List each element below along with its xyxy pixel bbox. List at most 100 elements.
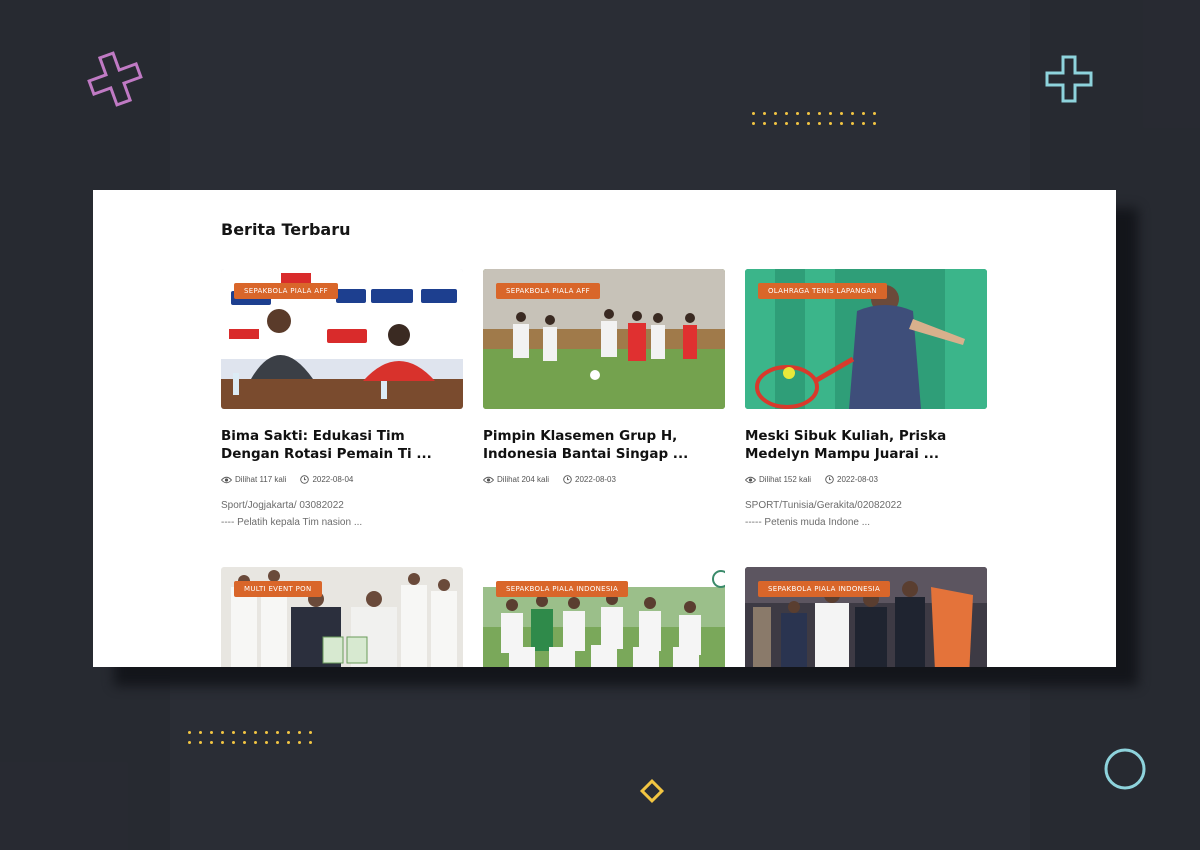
dot — [818, 112, 821, 115]
dot — [265, 731, 268, 734]
dot — [840, 122, 843, 125]
clock-icon — [825, 475, 834, 484]
article-meta: Dilihat 152 kali 2022-08-03 — [745, 475, 987, 484]
dot — [276, 731, 279, 734]
dot — [752, 112, 755, 115]
dot — [763, 122, 766, 125]
eye-icon — [221, 476, 232, 483]
eye-icon — [483, 476, 494, 483]
article-title[interactable]: Pimpin Klasemen Grup H, Indonesia Bantai… — [483, 427, 725, 463]
news-thumbnail[interactable]: SEPAKBOLA PIALA INDONESIA — [483, 567, 725, 667]
news-grid: SEPAKBOLA PIALA AFF Bima Sakti: Edukasi … — [221, 269, 987, 667]
dot — [774, 122, 777, 125]
dot — [199, 731, 202, 734]
dot — [221, 741, 224, 744]
dot — [818, 122, 821, 125]
views-info: Dilihat 117 kali — [221, 475, 286, 484]
news-thumbnail[interactable]: SEPAKBOLA PIALA INDONESIA — [745, 567, 987, 667]
dot — [840, 112, 843, 115]
dot — [807, 112, 810, 115]
category-badge[interactable]: MULTI EVENT PON — [234, 581, 322, 597]
dot — [254, 731, 257, 734]
dot — [287, 741, 290, 744]
dot — [851, 122, 854, 125]
category-badge[interactable]: SEPAKBOLA PIALA INDONESIA — [758, 581, 891, 597]
excerpt-line: ----- Petenis muda Indone ... — [745, 517, 871, 528]
dot — [287, 731, 290, 734]
dot — [276, 741, 279, 744]
dot — [188, 731, 191, 734]
news-thumbnail[interactable]: OLAHRAGA TENIS LAPANGAN — [745, 269, 987, 409]
pink-cross-decoration — [87, 51, 143, 107]
dot — [232, 741, 235, 744]
news-card[interactable]: OLAHRAGA TENIS LAPANGAN Meski Sibuk Kuli… — [745, 269, 987, 549]
dot — [873, 112, 876, 115]
dot — [309, 731, 312, 734]
publish-date: 2022-08-03 — [575, 475, 616, 484]
dot — [298, 731, 301, 734]
publish-date: 2022-08-03 — [837, 475, 878, 484]
category-badge[interactable]: OLAHRAGA TENIS LAPANGAN — [758, 283, 887, 299]
views-count: Dilihat 117 kali — [235, 475, 287, 484]
news-section-panel: Berita Terbaru SEPAKBOLA PIALA AFF Bima … — [93, 190, 1116, 667]
dot — [265, 741, 268, 744]
eye-icon — [745, 476, 756, 483]
news-thumbnail[interactable]: SEPAKBOLA PIALA AFF — [483, 269, 725, 409]
dot — [232, 731, 235, 734]
teal-cross-decoration — [1045, 55, 1093, 103]
dot — [210, 731, 213, 734]
dot — [763, 112, 766, 115]
news-card[interactable]: SEPAKBOLA PIALA AFF Bima Sakti: Edukasi … — [221, 269, 463, 549]
views-info: Dilihat 204 kali — [483, 475, 549, 484]
dot — [309, 741, 312, 744]
news-thumbnail[interactable]: MULTI EVENT PON — [221, 567, 463, 667]
dots-decoration-bottom — [188, 731, 313, 744]
date-info: 2022-08-04 — [300, 475, 353, 484]
yellow-diamond-decoration — [639, 778, 665, 804]
dot — [807, 122, 810, 125]
dot — [188, 741, 191, 744]
dot — [774, 112, 777, 115]
publish-date: 2022-08-04 — [312, 475, 354, 484]
dot — [298, 741, 301, 744]
clock-icon — [300, 475, 310, 484]
article-title[interactable]: Bima Sakti: Edukasi Tim Dengan Rotasi Pe… — [221, 427, 463, 463]
clock-icon — [563, 475, 572, 484]
excerpt-line: Sport/Jogjakarta/ 03082022 — [221, 500, 344, 511]
news-thumbnail[interactable]: SEPAKBOLA PIALA AFF — [221, 269, 463, 409]
dot — [862, 112, 865, 115]
category-badge[interactable]: SEPAKBOLA PIALA AFF — [496, 283, 600, 299]
dot — [210, 741, 213, 744]
article-meta: Dilihat 204 kali 2022-08-03 — [483, 475, 725, 484]
news-card[interactable]: SEPAKBOLA PIALA INDONESIA — [483, 567, 725, 667]
dot — [829, 122, 832, 125]
category-badge[interactable]: SEPAKBOLA PIALA INDONESIA — [496, 581, 629, 597]
dot — [851, 112, 854, 115]
dots-decoration-top — [752, 112, 877, 125]
dot — [873, 122, 876, 125]
news-card[interactable]: MULTI EVENT PON — [221, 567, 463, 667]
dot — [752, 122, 755, 125]
dot — [243, 741, 246, 744]
dot — [199, 741, 202, 744]
news-card[interactable]: SEPAKBOLA PIALA INDONESIA — [745, 567, 987, 667]
excerpt-line: ---- Pelatih kepala Tim nasion ... — [221, 517, 363, 528]
date-info: 2022-08-03 — [563, 475, 616, 484]
date-info: 2022-08-03 — [825, 475, 878, 484]
excerpt-line: SPORT/Tunisia/Gerakita/02082022 — [745, 500, 902, 511]
dot — [243, 731, 246, 734]
dot — [254, 741, 257, 744]
article-title[interactable]: Meski Sibuk Kuliah, Priska Medelyn Mampu… — [745, 427, 987, 463]
article-excerpt: SPORT/Tunisia/Gerakita/02082022 ----- Pe… — [745, 497, 987, 531]
dot — [829, 112, 832, 115]
dot — [862, 122, 865, 125]
dot — [785, 122, 788, 125]
section-title: Berita Terbaru — [221, 220, 351, 239]
views-count: Dilihat 152 kali — [759, 475, 812, 484]
views-info: Dilihat 152 kali — [745, 475, 811, 484]
dot — [785, 112, 788, 115]
dot — [796, 112, 799, 115]
category-badge[interactable]: SEPAKBOLA PIALA AFF — [234, 283, 338, 299]
news-card[interactable]: SEPAKBOLA PIALA AFF Pimpin Klasemen Grup… — [483, 269, 725, 549]
dot — [221, 731, 224, 734]
